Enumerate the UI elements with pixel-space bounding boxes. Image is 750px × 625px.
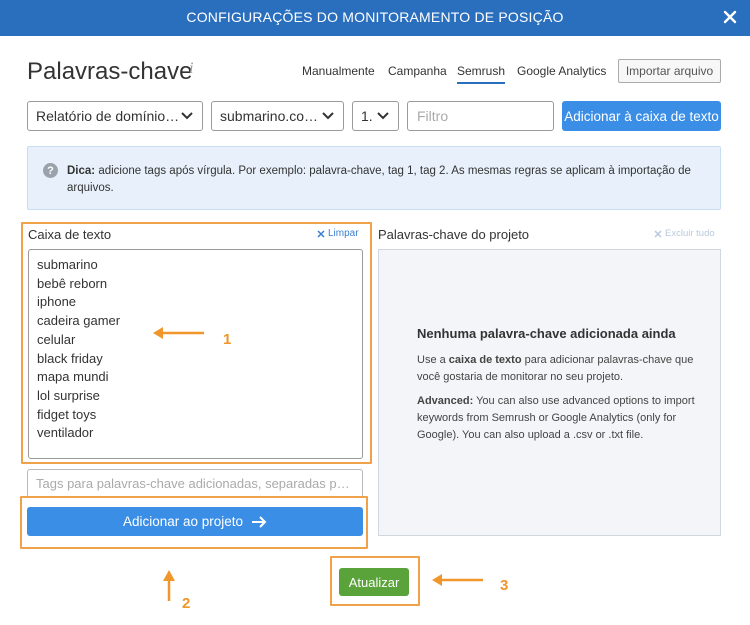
domain-select-value: submarino.co…	[220, 108, 319, 124]
delete-all-link[interactable]: Excluir tudo	[654, 228, 715, 239]
tip-banner: ? Dica: adicione tags após vírgula. Por …	[27, 146, 721, 210]
tags-input[interactable]: Tags para palavras-chave adicionadas, se…	[27, 469, 363, 498]
clear-link[interactable]: Limpar	[317, 228, 359, 239]
empty-state-text: Use a caixa de texto para adicionar pala…	[417, 354, 694, 383]
keyword-line: iphone	[37, 294, 77, 310]
annotation-number-1: 1	[223, 331, 232, 348]
add-to-project-button[interactable]: Adicionar ao projeto	[27, 507, 363, 536]
chevron-down-icon	[319, 107, 337, 125]
annotation-number-3: 3	[500, 577, 509, 594]
question-icon: ?	[43, 163, 58, 178]
empty-state-title: Nenhuma palavra-chave adicionada ainda	[417, 326, 676, 341]
textbox-label: Caixa de texto	[28, 227, 112, 242]
clear-label: Limpar	[328, 228, 359, 239]
page-title: Palavras-chave	[27, 58, 193, 85]
tab-campanha[interactable]: Campanha	[388, 64, 447, 78]
tab-manualmente[interactable]: Manualmente	[302, 64, 375, 78]
add-to-project-label: Adicionar ao projeto	[122, 514, 244, 529]
keyword-line: bebê reborn	[37, 275, 108, 291]
update-button[interactable]: Atualizar	[339, 568, 409, 596]
domain-select[interactable]: submarino.co…	[211, 101, 344, 131]
project-keywords-panel: Nenhuma palavra-chave adicionada ainda U…	[378, 249, 721, 536]
keyword-line: submarino	[37, 257, 98, 272]
close-icon	[317, 229, 325, 238]
close-icon[interactable]	[718, 5, 742, 29]
keyword-line: fidget toys	[37, 406, 97, 422]
add-to-textbox-button[interactable]: Adicionar à caixa de texto	[562, 101, 721, 131]
arrow-right-icon	[252, 515, 267, 528]
keyword-line: ventilador	[37, 425, 94, 441]
keyword-line: black friday	[37, 350, 103, 366]
tab-semrush[interactable]: Semrush	[457, 64, 506, 84]
tip-label: Dica:	[67, 165, 96, 177]
keyword-line: mapa mundi	[37, 369, 109, 385]
tab-google-analytics[interactable]: Google Analytics	[517, 64, 606, 78]
tip-text: Dica: adicione tags após vírgula. Por ex…	[67, 163, 707, 197]
chevron-down-icon	[178, 107, 196, 125]
delete-all-label: Excluir tudo	[665, 228, 715, 239]
info-icon[interactable]: i	[189, 60, 193, 78]
annotation-arrow-3	[432, 574, 483, 586]
keywords-textarea[interactable]: submarino bebê reborn iphone cadeira gam…	[28, 249, 363, 459]
chevron-down-icon	[374, 107, 392, 125]
project-keywords-label: Palavras-chave do projeto	[378, 227, 530, 242]
annotation-arrow-2	[163, 570, 175, 601]
advanced-text: Advanced: You can also use advanced opti…	[417, 395, 695, 441]
report-select[interactable]: Relatório de domínio…	[27, 101, 203, 131]
position-select[interactable]: 1.	[352, 101, 399, 131]
tip-body: adicione tags após vírgula. Por exemplo:…	[67, 165, 691, 194]
annotation-arrow-1	[153, 327, 204, 339]
dialog-header: CONFIGURAÇÕES DO MONITORAMENTO DE POSIÇÃ…	[0, 0, 750, 36]
annotation-number-2: 2	[182, 595, 191, 612]
position-select-value: 1.	[361, 108, 373, 124]
report-select-value: Relatório de domínio…	[36, 108, 178, 124]
keyword-line: lol surprise	[37, 387, 100, 403]
close-icon	[654, 229, 662, 238]
dialog-title: CONFIGURAÇÕES DO MONITORAMENTO DE POSIÇÃ…	[186, 9, 564, 25]
import-file-button[interactable]: Importar arquivo	[618, 59, 721, 83]
filter-input[interactable]: Filtro	[407, 101, 554, 131]
